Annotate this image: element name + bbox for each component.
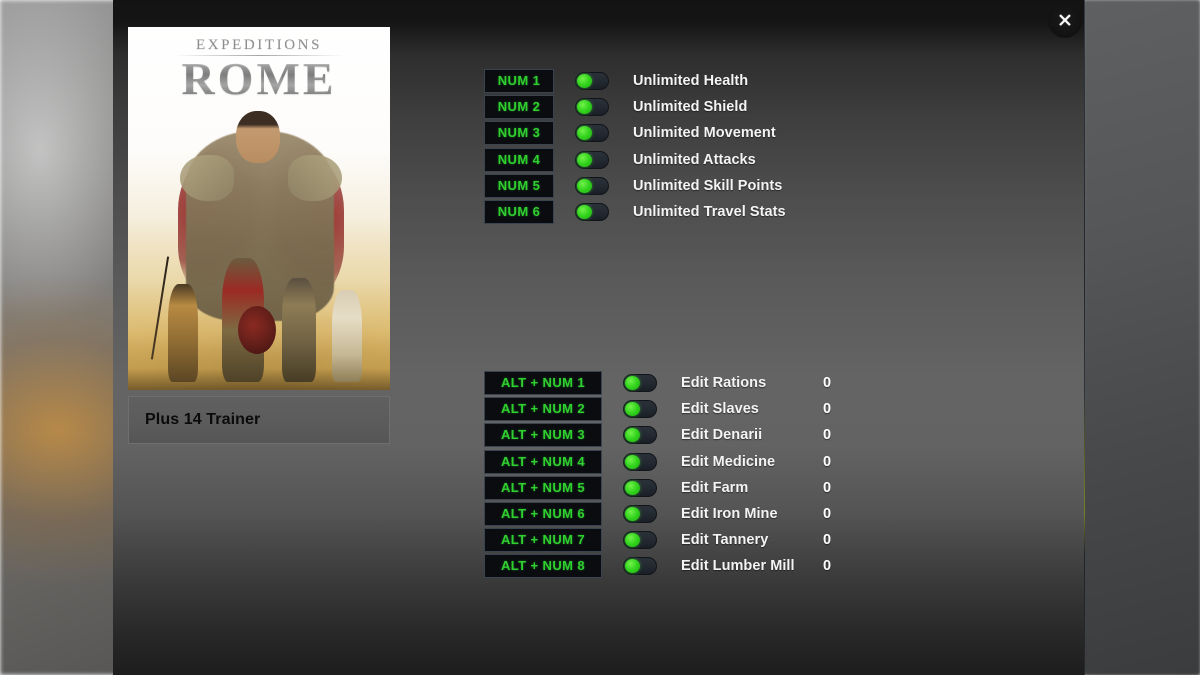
toggle-edit-tannery[interactable] [623, 531, 657, 550]
option-value-edit-medicine: 0 [823, 453, 832, 470]
toggle-edit-lumber-mill[interactable] [623, 557, 657, 576]
option-label-unlimited-movement: Unlimited Movement [633, 125, 776, 142]
option-label-unlimited-health: Unlimited Health [633, 73, 749, 90]
option-label-edit-tannery: Edit Tannery [681, 532, 769, 549]
option-label-unlimited-skill-points: Unlimited Skill Points [633, 177, 783, 194]
toggle-knob [625, 507, 640, 522]
option-row-edit-denarii: ALT + NUM 3 Edit Denarii 0 [484, 422, 831, 448]
hotkey-alt-num-4[interactable]: ALT + NUM 4 [484, 449, 602, 474]
toggle-knob [577, 126, 592, 141]
option-label-unlimited-shield: Unlimited Shield [633, 99, 748, 116]
option-row-edit-rations: ALT + NUM 1 Edit Rations 0 [484, 370, 831, 396]
cover-warrior-1 [168, 284, 198, 382]
option-label-edit-rations: Edit Rations [681, 375, 767, 392]
toggle-knob [625, 454, 640, 469]
option-value-edit-tannery: 0 [823, 532, 832, 549]
option-row-edit-lumber-mill: ALT + NUM 8 Edit Lumber Mill 0 [484, 553, 831, 579]
option-value-edit-iron-mine: 0 [823, 506, 832, 523]
option-row-unlimited-attacks: NUM 4 Unlimited Attacks [484, 147, 786, 173]
option-row-unlimited-skill-points: NUM 5 Unlimited Skill Points [484, 173, 786, 199]
hotkey-num-2[interactable]: NUM 2 [484, 95, 554, 120]
option-value-edit-rations: 0 [823, 375, 832, 392]
close-button[interactable]: ✕ [1048, 4, 1082, 38]
option-value-edit-lumber-mill: 0 [823, 558, 832, 575]
option-label-unlimited-attacks: Unlimited Attacks [633, 151, 756, 168]
toggle-unlimited-attacks[interactable] [575, 150, 609, 169]
toggle-unlimited-travel-stats[interactable] [575, 203, 609, 222]
toggle-knob [577, 100, 592, 115]
option-label-edit-iron-mine: Edit Iron Mine [681, 506, 778, 523]
hotkey-alt-num-7[interactable]: ALT + NUM 7 [484, 528, 602, 553]
option-row-edit-medicine: ALT + NUM 4 Edit Medicine 0 [484, 449, 831, 475]
option-label-edit-slaves: Edit Slaves [681, 401, 759, 418]
option-label-edit-denarii: Edit Denarii [681, 427, 763, 444]
toggle-knob [625, 402, 640, 417]
trainer-name-label: Plus 14 Trainer [145, 411, 261, 428]
hotkey-alt-num-5[interactable]: ALT + NUM 5 [484, 475, 602, 500]
toggle-knob [625, 428, 640, 443]
cover-warrior-4 [332, 290, 362, 382]
toggle-edit-iron-mine[interactable] [623, 505, 657, 524]
toggle-knob [625, 480, 640, 495]
option-value-edit-denarii: 0 [823, 427, 832, 444]
toggle-knob [625, 559, 640, 574]
hotkey-num-3[interactable]: NUM 3 [484, 121, 554, 146]
close-icon: ✕ [1057, 9, 1073, 32]
toggle-edit-slaves[interactable] [623, 400, 657, 419]
toggle-edit-medicine[interactable] [623, 452, 657, 471]
toggle-unlimited-shield[interactable] [575, 98, 609, 117]
editor-options-list: ALT + NUM 1 Edit Rations 0 ALT + NUM 2 Edit … [484, 370, 831, 580]
toggle-edit-denarii[interactable] [623, 426, 657, 445]
toggle-unlimited-movement[interactable] [575, 124, 609, 143]
game-logo-title: ROME [128, 55, 390, 103]
toggle-knob [625, 376, 640, 391]
toggle-unlimited-health[interactable] [575, 72, 609, 91]
option-row-edit-slaves: ALT + NUM 2 Edit Slaves 0 [484, 396, 831, 422]
hotkey-num-5[interactable]: NUM 5 [484, 173, 554, 198]
option-label-edit-lumber-mill: Edit Lumber Mill [681, 558, 795, 575]
option-value-edit-slaves: 0 [823, 401, 832, 418]
cover-hero-armor [200, 147, 320, 257]
option-label-edit-farm: Edit Farm [681, 479, 749, 496]
game-cover-card: EXPEDITIONS ROME [128, 27, 390, 390]
toggle-edit-rations[interactable] [623, 374, 657, 393]
toggle-edit-farm[interactable] [623, 478, 657, 497]
toggle-knob [577, 152, 592, 167]
option-label-edit-medicine: Edit Medicine [681, 453, 776, 470]
option-row-edit-iron-mine: ALT + NUM 6 Edit Iron Mine 0 [484, 501, 831, 527]
game-logo: EXPEDITIONS ROME [128, 37, 390, 103]
toggle-unlimited-skill-points[interactable] [575, 176, 609, 195]
toggle-knob [577, 178, 592, 193]
hotkey-alt-num-3[interactable]: ALT + NUM 3 [484, 423, 602, 448]
trainer-window: ✕ EXPEDITIONS ROME Plus 14 Trainer NUM 1… [113, 0, 1084, 675]
cover-warrior-3 [282, 278, 316, 382]
option-row-edit-tannery: ALT + NUM 7 Edit Tannery 0 [484, 527, 831, 553]
cover-hero-head [236, 111, 280, 163]
toggle-knob [577, 205, 592, 220]
option-label-unlimited-travel-stats: Unlimited Travel Stats [633, 204, 786, 221]
hotkey-alt-num-1[interactable]: ALT + NUM 1 [484, 371, 602, 396]
cover-spear [150, 256, 170, 360]
game-logo-subtitle: EXPEDITIONS [195, 37, 323, 53]
cheat-options-list: NUM 1 Unlimited Health NUM 2 Unlimited Shie… [484, 68, 786, 225]
option-row-unlimited-health: NUM 1 Unlimited Health [484, 68, 786, 94]
hotkey-alt-num-8[interactable]: ALT + NUM 8 [484, 554, 602, 579]
option-row-edit-farm: ALT + NUM 5 Edit Farm 0 [484, 475, 831, 501]
hotkey-num-1[interactable]: NUM 1 [484, 69, 554, 94]
option-row-unlimited-movement: NUM 3 Unlimited Movement [484, 120, 786, 146]
toggle-knob [577, 74, 592, 89]
option-value-edit-farm: 0 [823, 479, 832, 496]
page-background-right [1084, 0, 1200, 675]
hotkey-num-4[interactable]: NUM 4 [484, 147, 554, 172]
option-row-unlimited-shield: NUM 2 Unlimited Shield [484, 94, 786, 120]
hotkey-num-6[interactable]: NUM 6 [484, 200, 554, 225]
toggle-knob [625, 533, 640, 548]
option-row-unlimited-travel-stats: NUM 6 Unlimited Travel Stats [484, 199, 786, 225]
trainer-name-bar: Plus 14 Trainer [128, 396, 390, 444]
hotkey-alt-num-2[interactable]: ALT + NUM 2 [484, 397, 602, 422]
cover-warrior-shield [238, 306, 276, 354]
hotkey-alt-num-6[interactable]: ALT + NUM 6 [484, 502, 602, 527]
